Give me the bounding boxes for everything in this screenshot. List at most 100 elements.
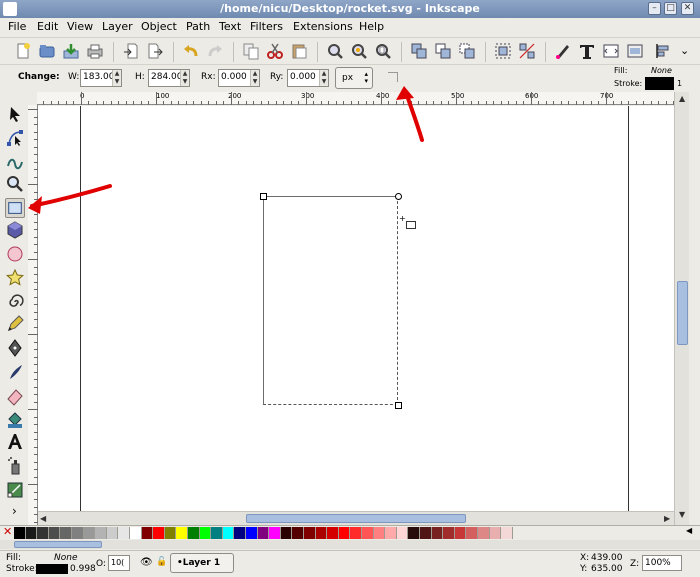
palette-swatch[interactable] [199, 527, 212, 539]
palette-swatch[interactable] [60, 527, 72, 539]
palette-swatch[interactable] [176, 527, 188, 539]
palette-swatch[interactable] [489, 527, 502, 539]
palette-swatch[interactable] [141, 527, 154, 539]
toolbox-more-button[interactable]: › [12, 504, 17, 518]
menu-filters[interactable]: Filters [250, 20, 283, 33]
unit-selector[interactable]: px ▴ ▾ [335, 67, 373, 89]
zoom-input[interactable]: 100% [642, 555, 682, 571]
width-input[interactable]: 183.003 ▲ ▼ [80, 69, 122, 87]
clone-icon[interactable] [434, 42, 452, 60]
status-stroke-swatch[interactable] [36, 564, 68, 574]
palette-swatch[interactable] [95, 527, 107, 539]
palette-swatch[interactable] [48, 527, 61, 539]
not-rounded-icon[interactable] [388, 72, 398, 82]
palette-swatch[interactable] [188, 527, 200, 539]
spiral-tool-icon[interactable] [5, 292, 25, 312]
scroll-up-icon[interactable]: ▲ [679, 94, 685, 103]
rectangle-tool-button[interactable] [5, 198, 25, 218]
gradient-tool-icon[interactable] [5, 480, 25, 500]
rectangle-object[interactable] [263, 196, 398, 405]
palette-swatch[interactable] [280, 527, 293, 539]
palette-swatch[interactable] [315, 527, 328, 539]
palette-swatch[interactable] [164, 527, 177, 539]
menu-file[interactable]: File [8, 20, 26, 33]
pen-tool-icon[interactable] [5, 338, 25, 358]
menu-help[interactable]: Help [359, 20, 384, 33]
dialog-icon[interactable] [626, 42, 644, 60]
palette-swatch[interactable] [396, 527, 409, 539]
palette-swatch[interactable] [350, 527, 362, 539]
menu-layer[interactable]: Layer [102, 20, 133, 33]
ry-input[interactable]: 0.000 ▲ ▼ [287, 69, 329, 87]
rx-input[interactable]: 0.000 ▲ ▼ [218, 69, 260, 87]
palette-swatch[interactable] [72, 527, 84, 539]
close-button[interactable]: ✕ [681, 2, 694, 15]
palette-scroll-thumb[interactable] [14, 541, 102, 548]
palette-swatch[interactable] [420, 527, 432, 539]
palette-swatch[interactable] [25, 527, 38, 539]
palette-swatch[interactable] [234, 527, 246, 539]
style-stroke-width[interactable]: 1 [677, 79, 682, 88]
vertical-ruler[interactable] [28, 105, 38, 525]
menu-view[interactable]: View [67, 20, 93, 33]
palette-swatch[interactable] [327, 527, 339, 539]
palette-swatch[interactable] [37, 527, 49, 539]
unlink-clone-icon[interactable] [458, 42, 476, 60]
palette-scrollbar[interactable] [0, 540, 700, 549]
menu-path[interactable]: Path [186, 20, 210, 33]
palette-swatch[interactable] [292, 527, 304, 539]
maximize-button[interactable]: □ [664, 2, 677, 15]
horizontal-ruler[interactable]: 0 100 200 300 400 500 600 700 [37, 92, 674, 105]
palette-swatch[interactable] [83, 527, 96, 539]
ellipse-tool-icon[interactable] [5, 244, 25, 264]
zoom-tool-icon[interactable] [5, 174, 25, 194]
width-spinner-icon[interactable]: ▲ ▼ [112, 70, 121, 86]
ungroup-icon[interactable] [518, 42, 536, 60]
rx-spinner-icon[interactable]: ▲ ▼ [250, 70, 259, 86]
toolbar-overflow-button[interactable]: ⌄ [680, 44, 689, 57]
spray-tool-icon[interactable] [5, 456, 25, 476]
menu-object[interactable]: Object [141, 20, 177, 33]
palette-menu-icon[interactable]: ◀ [686, 526, 692, 535]
vertical-scrollbar[interactable]: ▲ ▼ [674, 92, 689, 525]
eraser-tool-icon[interactable] [5, 386, 25, 406]
palette-swatch[interactable] [118, 527, 130, 539]
menu-edit[interactable]: Edit [37, 20, 58, 33]
height-input[interactable]: 284.003 ▲ ▼ [148, 69, 190, 87]
save-icon[interactable] [62, 42, 80, 60]
palette-swatch[interactable] [443, 527, 455, 539]
palette-swatch[interactable] [14, 527, 26, 539]
palette-swatch[interactable] [222, 527, 235, 539]
print-icon[interactable] [86, 42, 104, 60]
new-document-icon[interactable] [14, 42, 32, 60]
style-stroke-swatch[interactable] [645, 77, 674, 90]
style-fill-value[interactable]: None [651, 66, 672, 75]
xml-editor-icon[interactable] [602, 42, 620, 60]
undo-icon[interactable] [182, 42, 200, 60]
drawing-canvas[interactable]: + [38, 106, 674, 511]
height-spinner-icon[interactable]: ▲ ▼ [180, 70, 189, 86]
menu-text[interactable]: Text [219, 20, 241, 33]
palette-swatch[interactable] [466, 527, 478, 539]
zoom-drawing-icon[interactable] [350, 42, 368, 60]
fill-stroke-icon[interactable] [554, 42, 572, 60]
layer-visibility-icon[interactable]: 👁 [140, 557, 153, 568]
tweak-tool-icon[interactable] [5, 150, 25, 170]
scroll-right-icon[interactable]: ▶ [664, 514, 670, 523]
ry-spinner-icon[interactable]: ▲ ▼ [319, 70, 328, 86]
corner-resize-handle[interactable] [395, 402, 402, 409]
status-stroke-width[interactable]: 0.998 [70, 564, 96, 574]
palette-swatch[interactable] [454, 527, 467, 539]
palette-swatch[interactable] [153, 527, 165, 539]
group-icon[interactable] [494, 42, 512, 60]
star-tool-icon[interactable] [5, 268, 25, 288]
palette-swatch[interactable] [257, 527, 270, 539]
open-icon[interactable] [38, 42, 56, 60]
palette-swatch[interactable] [431, 527, 444, 539]
selector-tool-icon[interactable] [5, 104, 25, 124]
corner-resize-handle[interactable] [260, 193, 267, 200]
menu-extensions[interactable]: Extensions [293, 20, 353, 33]
scroll-down-icon[interactable]: ▼ [679, 510, 685, 519]
node-tool-icon[interactable] [5, 128, 25, 148]
layer-selector[interactable]: •Layer 1 [170, 553, 234, 573]
